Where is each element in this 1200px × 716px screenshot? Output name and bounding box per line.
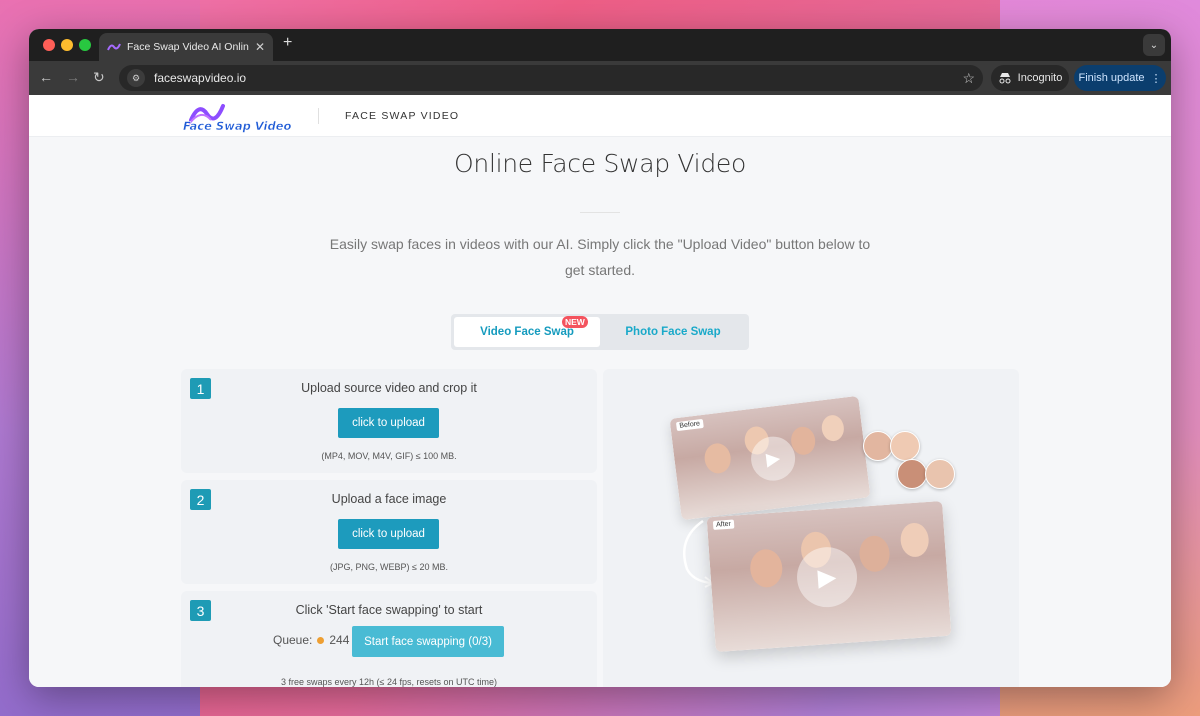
preview-panel: Before ▶ After ▶ (603, 369, 1019, 687)
queue-label: Queue: (273, 633, 313, 647)
tab-bar: Face Swap Video AI Online (1 ✕ + ⌄ (29, 29, 1171, 61)
tab-search-chevron-icon[interactable]: ⌄ (1143, 34, 1165, 56)
new-tab-button[interactable]: + (283, 34, 292, 52)
upload-video-button[interactable]: click to upload (338, 408, 439, 438)
back-arrow-icon[interactable]: ← (39, 69, 53, 85)
page-title: Online Face Swap Video (454, 149, 746, 178)
tab-title: Face Swap Video AI Online (1 (127, 41, 249, 53)
page-description: Easily swap faces in videos with our AI.… (329, 236, 871, 278)
more-options-icon: ⋮ (1150, 72, 1162, 85)
title-divider (580, 212, 620, 213)
start-face-swapping-button[interactable]: Start face swapping (0/3) (352, 626, 504, 657)
incognito-label: Incognito (1017, 72, 1063, 84)
queue-count: 244 (329, 633, 350, 647)
logo-text: Face Swap Video (183, 119, 291, 133)
face-thumbnail (925, 459, 955, 489)
tab-photo-face-swap-label: Photo Face Swap (625, 326, 721, 338)
after-label: After (712, 519, 735, 530)
header-divider (318, 108, 319, 124)
face-thumbnail (890, 431, 920, 461)
face-thumbnail (863, 431, 893, 461)
close-tab-icon[interactable]: ✕ (255, 40, 265, 54)
url-text: faceswapvideo.io (154, 71, 247, 85)
step-note: 3 free swaps every 12h (≤ 24 fps, resets… (280, 677, 498, 687)
maximize-window-button[interactable] (79, 39, 91, 51)
tab-video-face-swap[interactable]: Video Face Swap NEW (454, 316, 600, 347)
queue-status: Queue: 244 (273, 633, 349, 647)
step-note: (JPG, PNG, WEBP) ≤ 20 MB. (330, 562, 448, 572)
step-upload-video: 1 Upload source video and crop it click … (181, 369, 597, 473)
page-content: Face Swap Video FACE SWAP VIDEO Online F… (29, 95, 1171, 687)
address-bar[interactable]: ⚙ faceswapvideo.io ☆ (119, 65, 983, 91)
nav-face-swap-video[interactable]: FACE SWAP VIDEO (345, 110, 459, 122)
finish-update-label: Finish update (1078, 72, 1145, 84)
tab-video-face-swap-label: Video Face Swap (480, 326, 574, 338)
before-image: Before ▶ (669, 395, 871, 521)
tab-photo-face-swap[interactable]: Photo Face Swap (600, 317, 746, 347)
browser-tab[interactable]: Face Swap Video AI Online (1 ✕ (99, 33, 273, 61)
minimize-window-button[interactable] (61, 39, 73, 51)
step-title: Upload source video and crop it (301, 381, 477, 395)
step-upload-face: 2 Upload a face image click to upload (J… (181, 480, 597, 584)
new-badge: NEW (562, 316, 588, 328)
step-note: (MP4, MOV, M4V, GIF) ≤ 100 MB. (321, 451, 457, 461)
step-title: Upload a face image (331, 492, 447, 506)
mode-switcher: Video Face Swap NEW Photo Face Swap (451, 314, 749, 350)
step-start-swap: 3 Click 'Start face swapping' to start Q… (181, 591, 597, 687)
close-window-button[interactable] (43, 39, 55, 51)
forward-arrow-icon[interactable]: → (66, 69, 80, 85)
incognito-button[interactable]: Incognito (991, 65, 1069, 91)
finish-update-button[interactable]: Finish update ⋮ (1074, 65, 1166, 91)
browser-window: Face Swap Video AI Online (1 ✕ + ⌄ ← → ↻… (29, 29, 1171, 687)
site-logo[interactable]: Face Swap Video (181, 98, 297, 134)
incognito-icon (999, 73, 1011, 84)
step-title: Click 'Start face swapping' to start (295, 603, 483, 617)
site-favicon-icon (107, 43, 121, 51)
queue-dot-icon (317, 636, 325, 644)
after-image: After ▶ (706, 500, 952, 653)
face-thumbnail (897, 459, 927, 489)
reload-icon[interactable]: ↻ (93, 69, 105, 86)
site-settings-icon[interactable]: ⚙ (127, 69, 145, 87)
site-header: Face Swap Video FACE SWAP VIDEO (29, 95, 1171, 137)
upload-face-button[interactable]: click to upload (338, 519, 439, 549)
bookmark-star-icon[interactable]: ☆ (962, 70, 975, 87)
browser-toolbar: ← → ↻ ⚙ faceswapvideo.io ☆ Incognito Fin… (29, 61, 1171, 95)
